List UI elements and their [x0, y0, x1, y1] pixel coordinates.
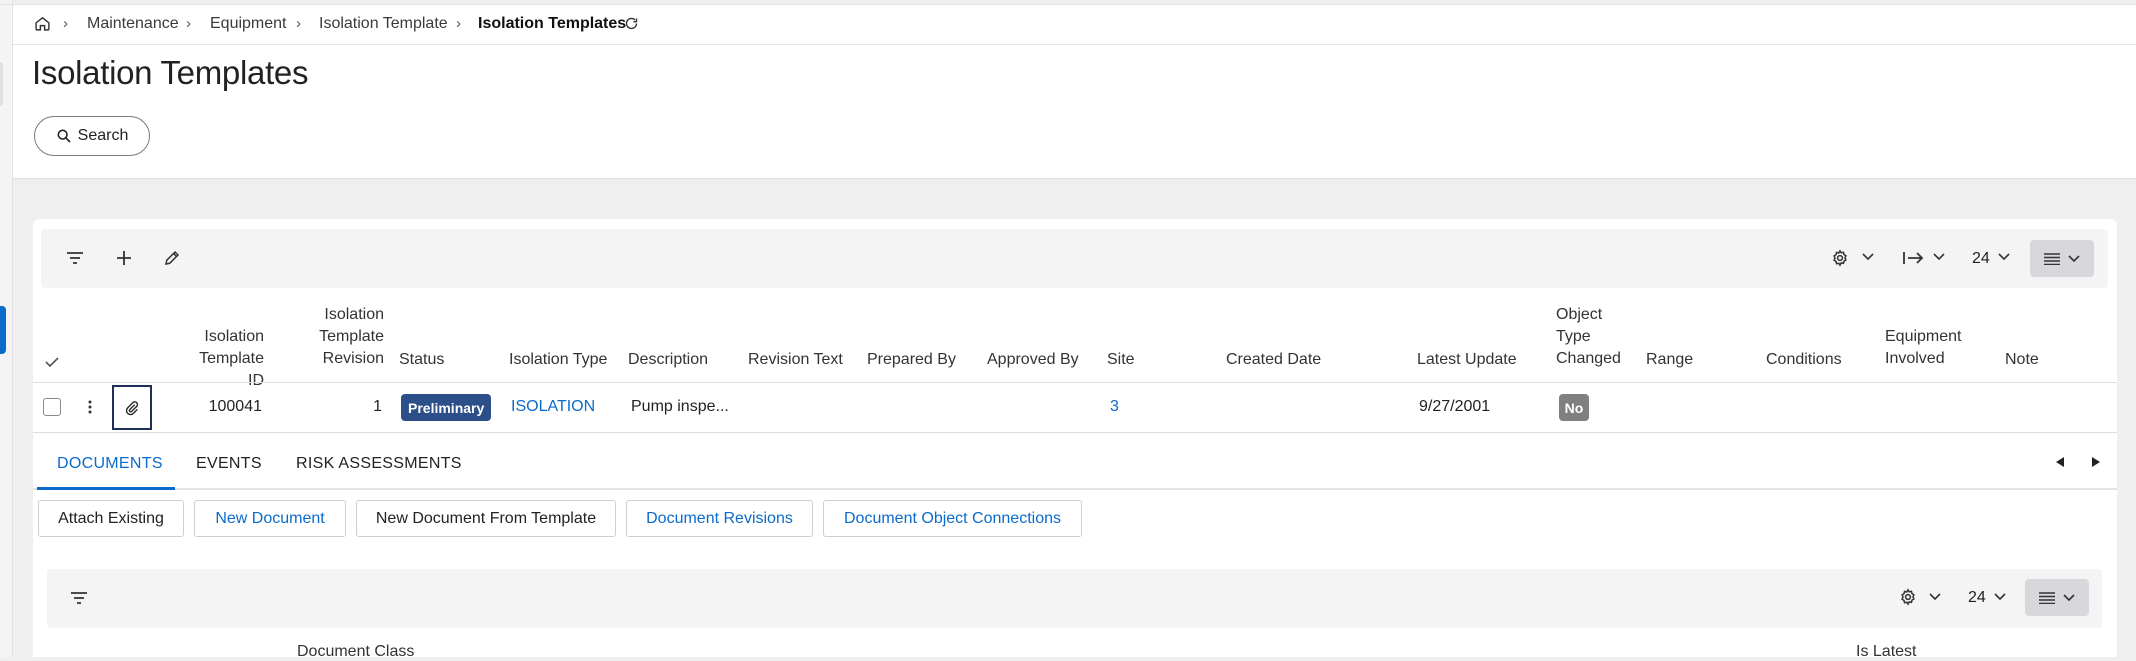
breadcrumb-equipment[interactable]: Equipment	[210, 15, 287, 33]
col-object-type-changed[interactable]: Object Type Changed	[1556, 304, 1621, 370]
left-rail-handle[interactable]	[0, 62, 3, 106]
cell-site-link[interactable]: 3	[1110, 398, 1119, 416]
chevron-down-icon[interactable]	[1862, 253, 1874, 261]
col-approved-by[interactable]: Approved By	[987, 349, 1079, 371]
breadcrumb-current: Isolation Templates	[478, 15, 627, 32]
col-object-type-changed-line3: Changed	[1556, 350, 1621, 367]
cell-description: Pump inspe...	[631, 398, 729, 415]
col-template-id-line2: Template ID	[199, 350, 264, 389]
add-icon[interactable]	[107, 241, 141, 275]
search-button-label: Search	[77, 127, 129, 144]
settings-icon[interactable]	[1823, 241, 1857, 275]
chevron-right-icon: ›	[63, 15, 68, 32]
scroll-right-icon[interactable]	[2092, 457, 2100, 467]
col-latest-update[interactable]: Latest Update	[1417, 349, 1517, 371]
col-equipment-involved-line2: Involved	[1885, 350, 1945, 367]
documents-view-mode-button[interactable]	[2025, 579, 2089, 616]
attach-existing-button[interactable]: Attach Existing	[38, 500, 184, 537]
table-header-divider	[33, 382, 2117, 383]
search-button[interactable]: Search	[34, 116, 150, 156]
refresh-icon[interactable]	[624, 16, 639, 31]
tab-events[interactable]: EVENTS	[196, 455, 262, 473]
documents-page-size-value[interactable]: 24	[1968, 589, 1986, 607]
col-conditions[interactable]: Conditions	[1766, 349, 1842, 371]
edit-icon[interactable]	[155, 241, 189, 275]
tab-risk-assessments[interactable]: RISK ASSESSMENTS	[296, 455, 462, 473]
cell-isolation-type-link[interactable]: ISOLATION	[511, 398, 595, 416]
filter-icon[interactable]	[62, 581, 96, 615]
chevron-right-icon: ›	[456, 15, 461, 32]
chevron-down-icon[interactable]	[1994, 593, 2006, 601]
col-object-type-changed-line2: Type	[1556, 328, 1591, 345]
col-is-latest[interactable]: Is Latest	[1856, 643, 1916, 661]
new-document-from-template-button[interactable]: New Document From Template	[356, 500, 616, 537]
view-mode-button[interactable]	[2030, 240, 2094, 277]
chevron-down-icon[interactable]	[1998, 253, 2010, 261]
col-prepared-by[interactable]: Prepared By	[867, 349, 956, 371]
col-revision-line1: Isolation	[324, 306, 384, 323]
list-view-icon	[2044, 252, 2060, 265]
cell-latest-update: 9/27/2001	[1419, 398, 1491, 415]
new-document-button[interactable]: New Document	[194, 500, 346, 537]
document-object-connections-button[interactable]: Document Object Connections	[823, 500, 1082, 537]
documents-toolbar	[47, 569, 2102, 628]
col-status[interactable]: Status	[399, 349, 444, 371]
settings-icon[interactable]	[1891, 580, 1925, 614]
row-checkbox[interactable]	[43, 398, 61, 416]
attachment-button[interactable]	[112, 385, 152, 430]
col-equipment-involved[interactable]: Equipment Involved	[1885, 326, 1962, 370]
col-equipment-involved-line1: Equipment	[1885, 328, 1962, 345]
col-document-class[interactable]: Document Class	[297, 643, 414, 661]
tab-documents[interactable]: DOCUMENTS	[57, 455, 163, 473]
status-badge: Preliminary	[401, 394, 492, 421]
col-description[interactable]: Description	[628, 349, 708, 371]
page-title: Isolation Templates	[32, 54, 309, 91]
col-revision-line3: Revision	[322, 350, 384, 367]
document-revisions-button[interactable]: Document Revisions	[626, 500, 813, 537]
cell-revision: 1	[373, 398, 382, 415]
chevron-down-icon[interactable]	[1933, 253, 1945, 261]
paperclip-icon	[124, 399, 140, 417]
table-row-divider	[33, 432, 2117, 433]
col-revision[interactable]: Isolation Template Revision	[300, 304, 384, 370]
chevron-right-icon: ›	[296, 15, 301, 32]
col-site[interactable]: Site	[1107, 349, 1135, 371]
tabs-divider	[33, 488, 2117, 490]
table-toolbar	[41, 229, 2108, 288]
breadcrumb-isolation-template[interactable]: Isolation Template	[319, 15, 448, 33]
search-icon	[56, 128, 72, 144]
col-template-id-line1: Isolation	[204, 328, 264, 345]
home-icon[interactable]	[34, 15, 51, 32]
page-size-value[interactable]: 24	[1972, 250, 1990, 268]
row-menu-icon[interactable]	[88, 400, 92, 414]
col-isolation-type[interactable]: Isolation Type	[509, 349, 607, 371]
breadcrumb-maintenance[interactable]: Maintenance	[87, 15, 179, 33]
col-range[interactable]: Range	[1646, 349, 1693, 371]
export-icon[interactable]	[1896, 241, 1930, 275]
left-rail-active-indicator[interactable]	[0, 306, 6, 354]
select-all-check-icon[interactable]	[45, 357, 59, 367]
list-view-icon	[2039, 591, 2055, 604]
chevron-down-icon	[2063, 593, 2075, 602]
col-revision-line2: Template	[319, 328, 384, 345]
chevron-right-icon: ›	[186, 15, 191, 32]
chevron-down-icon[interactable]	[1929, 593, 1941, 601]
scroll-left-icon[interactable]	[2056, 457, 2064, 467]
filter-icon[interactable]	[58, 241, 92, 275]
active-tab-indicator	[37, 487, 175, 490]
col-revision-text[interactable]: Revision Text	[748, 349, 843, 371]
col-created-date[interactable]: Created Date	[1226, 349, 1321, 371]
object-type-changed-badge: No	[1559, 394, 1589, 421]
chevron-down-icon	[2068, 254, 2080, 263]
cell-template-id: 100041	[208, 398, 262, 415]
left-rail	[0, 0, 13, 657]
col-object-type-changed-line1: Object	[1556, 306, 1603, 323]
col-note[interactable]: Note	[2005, 349, 2039, 371]
